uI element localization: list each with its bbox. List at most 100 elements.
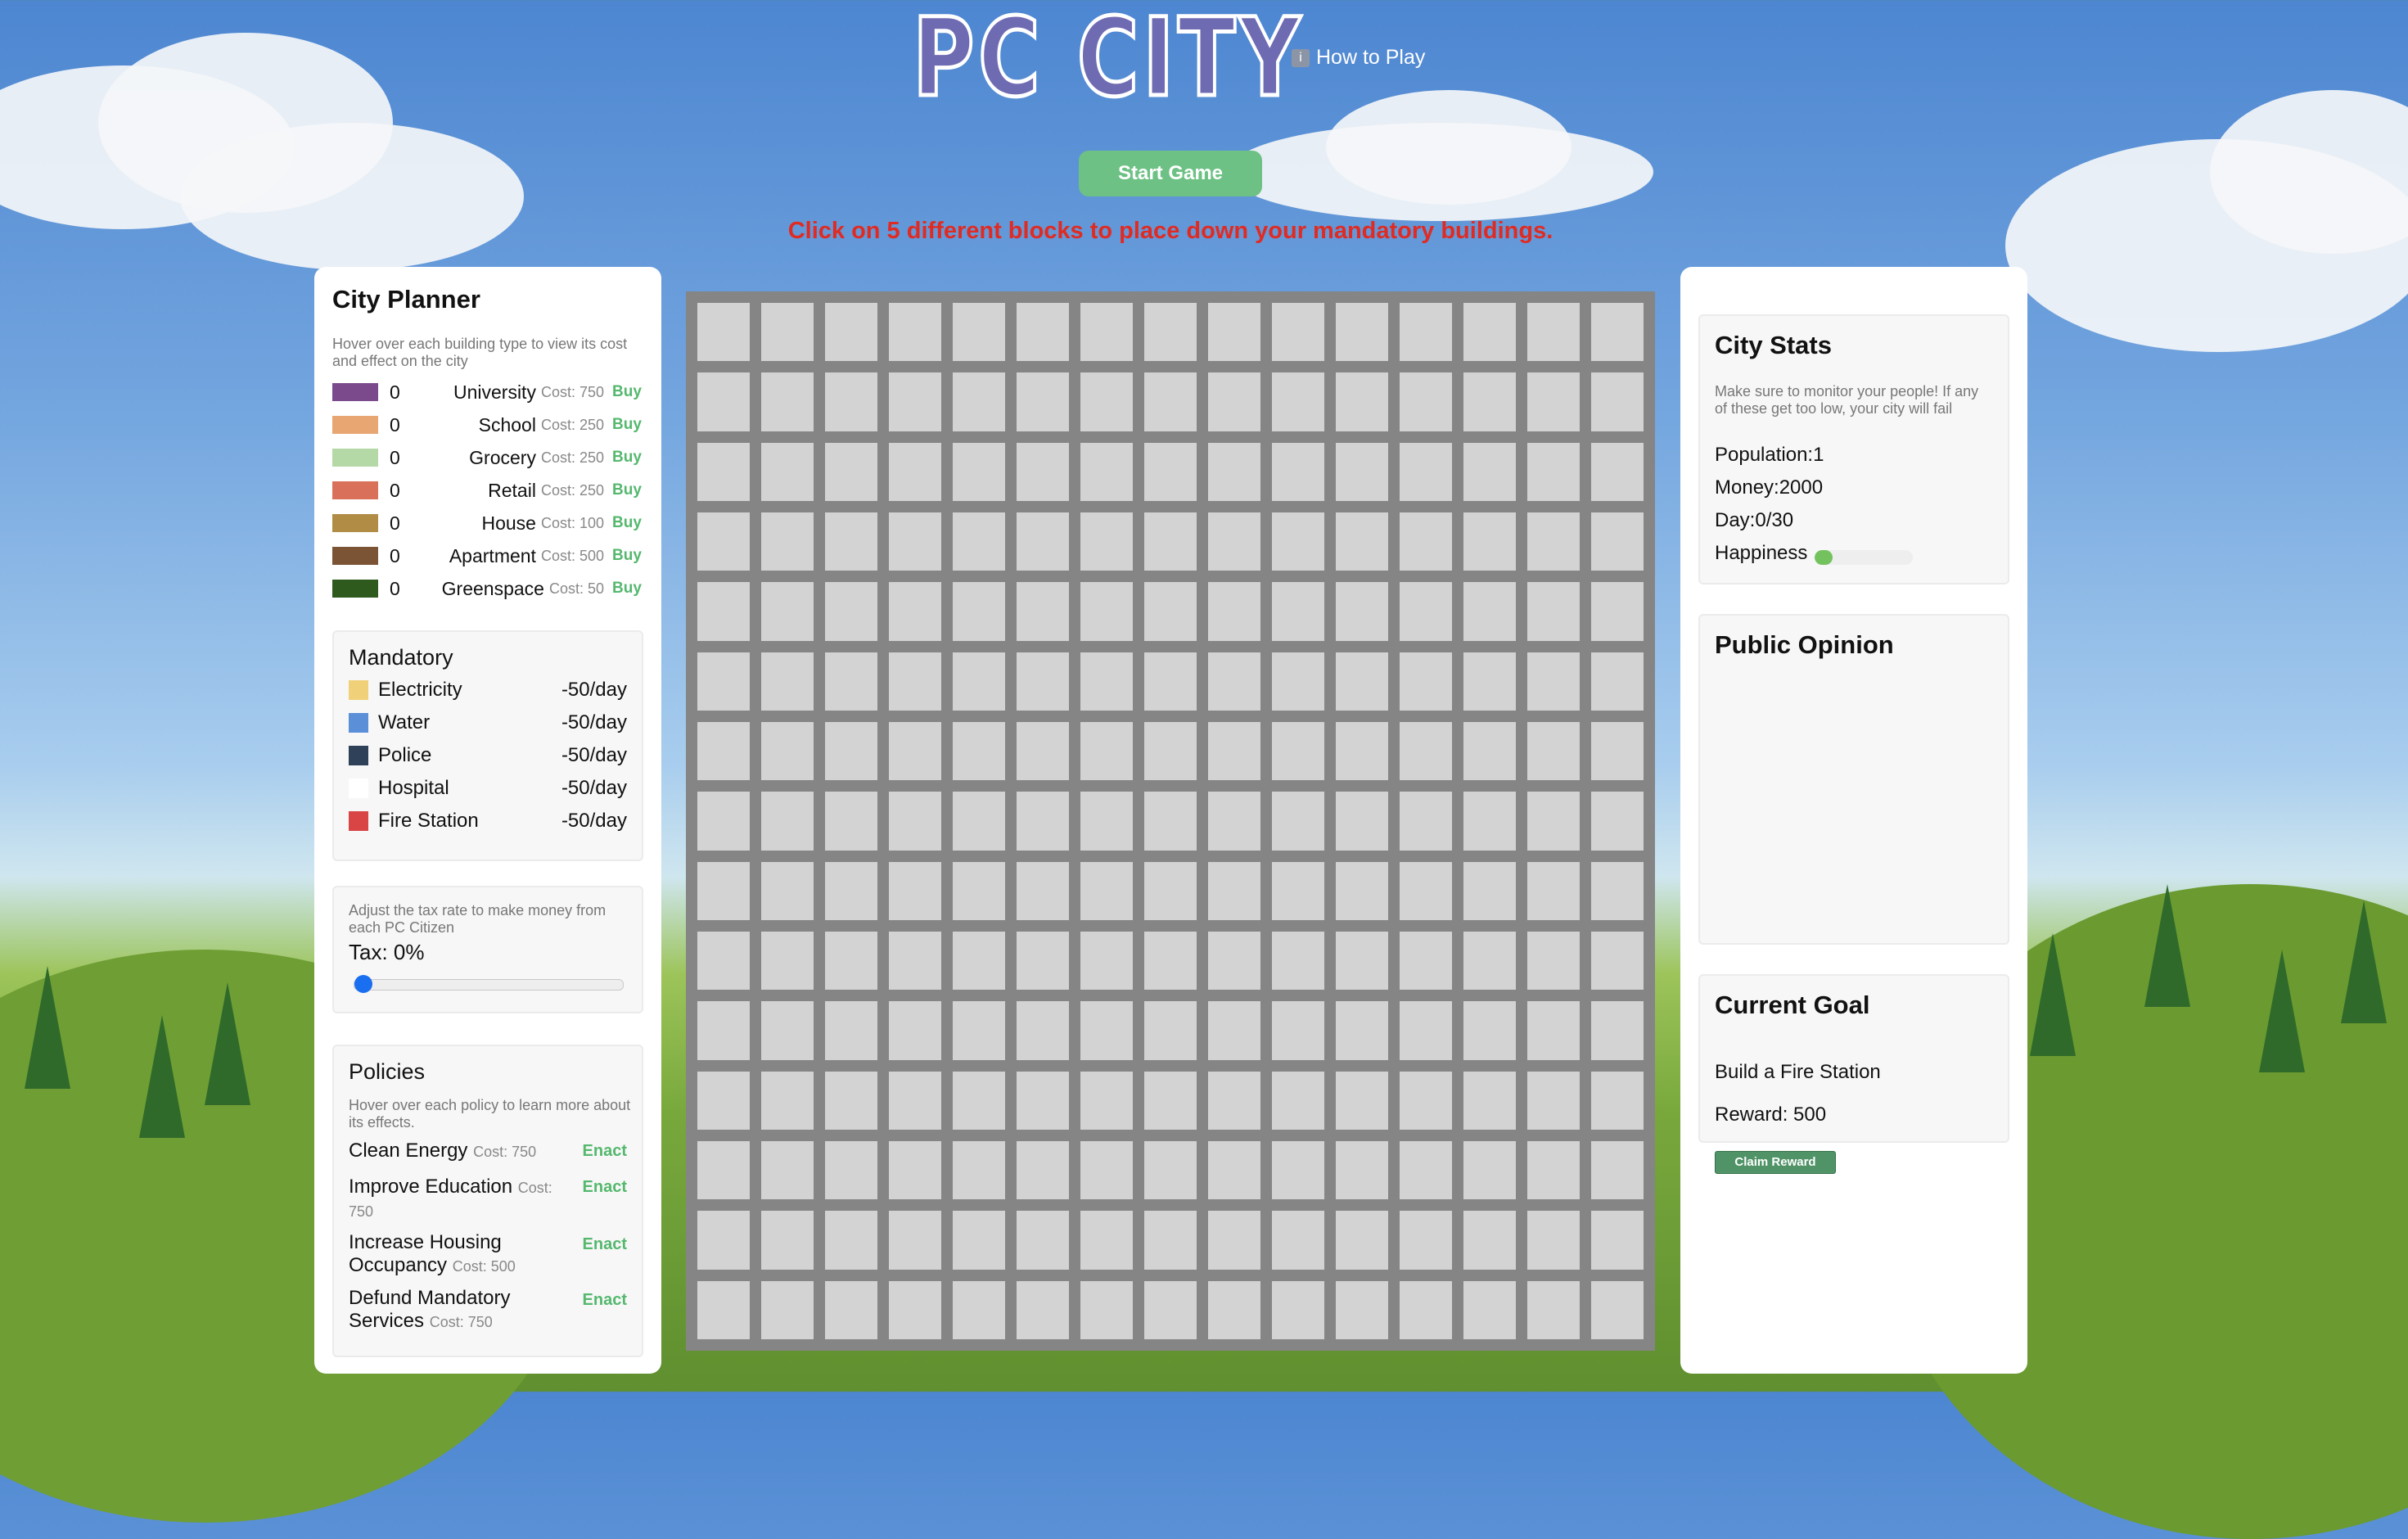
map-block[interactable] bbox=[1144, 861, 1197, 920]
map-block[interactable] bbox=[1527, 372, 1580, 431]
map-block[interactable] bbox=[1336, 722, 1388, 781]
map-block[interactable] bbox=[1272, 722, 1324, 781]
map-block[interactable] bbox=[1080, 792, 1133, 851]
map-block[interactable] bbox=[1336, 442, 1388, 501]
map-block[interactable] bbox=[761, 1001, 814, 1060]
map-block[interactable] bbox=[1080, 861, 1133, 920]
map-block[interactable] bbox=[1400, 1071, 1452, 1130]
map-block[interactable] bbox=[1017, 1071, 1069, 1130]
map-block[interactable] bbox=[1463, 442, 1516, 501]
map-block[interactable] bbox=[953, 303, 1005, 362]
map-block[interactable] bbox=[761, 512, 814, 571]
map-block[interactable] bbox=[1400, 652, 1452, 711]
enact-button[interactable]: Enact bbox=[583, 1233, 627, 1256]
map-block[interactable] bbox=[1400, 792, 1452, 851]
map-block[interactable] bbox=[1591, 652, 1644, 711]
buy-button[interactable]: Buy bbox=[612, 547, 643, 565]
building-row[interactable]: 0 Greenspace Cost: 50 Buy bbox=[332, 575, 643, 603]
map-block[interactable] bbox=[1208, 582, 1260, 641]
map-block[interactable] bbox=[697, 442, 750, 501]
map-block[interactable] bbox=[1336, 1141, 1388, 1200]
map-block[interactable] bbox=[1144, 792, 1197, 851]
enact-button[interactable]: Enact bbox=[583, 1289, 627, 1311]
building-row[interactable]: 0 Retail Cost: 250 Buy bbox=[332, 476, 643, 504]
building-row[interactable]: 0 School Cost: 250 Buy bbox=[332, 411, 643, 439]
map-block[interactable] bbox=[697, 1211, 750, 1270]
map-block[interactable] bbox=[1591, 722, 1644, 781]
map-block[interactable] bbox=[1400, 372, 1452, 431]
map-block[interactable] bbox=[953, 1141, 1005, 1200]
map-block[interactable] bbox=[889, 1141, 941, 1200]
map-block[interactable] bbox=[1527, 1141, 1580, 1200]
map-block[interactable] bbox=[1080, 1141, 1133, 1200]
map-block[interactable] bbox=[1336, 861, 1388, 920]
map-block[interactable] bbox=[1400, 582, 1452, 641]
map-block[interactable] bbox=[1080, 722, 1133, 781]
map-block[interactable] bbox=[889, 722, 941, 781]
map-block[interactable] bbox=[1591, 1071, 1644, 1130]
tax-slider-knob[interactable] bbox=[354, 975, 372, 993]
map-block[interactable] bbox=[1463, 582, 1516, 641]
map-block[interactable] bbox=[1527, 932, 1580, 991]
map-block[interactable] bbox=[1144, 1141, 1197, 1200]
map-block[interactable] bbox=[1208, 1280, 1260, 1339]
map-block[interactable] bbox=[1017, 792, 1069, 851]
map-block[interactable] bbox=[1144, 1071, 1197, 1130]
map-block[interactable] bbox=[1591, 1280, 1644, 1339]
map-block[interactable] bbox=[889, 1001, 941, 1060]
map-block[interactable] bbox=[1400, 1280, 1452, 1339]
map-block[interactable] bbox=[1463, 372, 1516, 431]
map-block[interactable] bbox=[1463, 303, 1516, 362]
map-block[interactable] bbox=[761, 1141, 814, 1200]
map-block[interactable] bbox=[1336, 932, 1388, 991]
map-block[interactable] bbox=[1272, 792, 1324, 851]
map-block[interactable] bbox=[1272, 1141, 1324, 1200]
map-block[interactable] bbox=[697, 512, 750, 571]
map-block[interactable] bbox=[761, 442, 814, 501]
map-block[interactable] bbox=[1272, 1211, 1324, 1270]
map-block[interactable] bbox=[1527, 652, 1580, 711]
enact-button[interactable]: Enact bbox=[583, 1176, 627, 1198]
map-block[interactable] bbox=[1080, 652, 1133, 711]
map-block[interactable] bbox=[1272, 861, 1324, 920]
map-block[interactable] bbox=[953, 1280, 1005, 1339]
map-block[interactable] bbox=[1208, 1211, 1260, 1270]
start-game-button[interactable]: Start Game bbox=[1079, 151, 1262, 196]
map-block[interactable] bbox=[825, 1280, 877, 1339]
map-block[interactable] bbox=[1336, 582, 1388, 641]
map-block[interactable] bbox=[1080, 303, 1133, 362]
map-block[interactable] bbox=[1591, 303, 1644, 362]
map-block[interactable] bbox=[697, 861, 750, 920]
map-block[interactable] bbox=[761, 792, 814, 851]
buy-button[interactable]: Buy bbox=[612, 416, 643, 434]
map-block[interactable] bbox=[697, 1141, 750, 1200]
map-block[interactable] bbox=[1272, 1071, 1324, 1130]
map-block[interactable] bbox=[761, 582, 814, 641]
map-block[interactable] bbox=[1591, 1211, 1644, 1270]
map-block[interactable] bbox=[889, 932, 941, 991]
building-row[interactable]: 0 University Cost: 750 Buy bbox=[332, 378, 643, 406]
map-block[interactable] bbox=[953, 372, 1005, 431]
map-block[interactable] bbox=[1144, 372, 1197, 431]
map-block[interactable] bbox=[953, 722, 1005, 781]
mandatory-item[interactable]: Fire Station -50/day bbox=[349, 809, 627, 833]
map-block[interactable] bbox=[1591, 512, 1644, 571]
map-block[interactable] bbox=[761, 652, 814, 711]
map-block[interactable] bbox=[1463, 861, 1516, 920]
buy-button[interactable]: Buy bbox=[612, 481, 643, 499]
map-block[interactable] bbox=[1017, 512, 1069, 571]
map-block[interactable] bbox=[1080, 1211, 1133, 1270]
map-block[interactable] bbox=[1017, 1211, 1069, 1270]
map-block[interactable] bbox=[1527, 861, 1580, 920]
map-block[interactable] bbox=[953, 652, 1005, 711]
map-block[interactable] bbox=[1463, 1211, 1516, 1270]
map-block[interactable] bbox=[825, 512, 877, 571]
map-block[interactable] bbox=[889, 372, 941, 431]
map-block[interactable] bbox=[889, 1211, 941, 1270]
map-block[interactable] bbox=[825, 722, 877, 781]
map-block[interactable] bbox=[1272, 1001, 1324, 1060]
map-block[interactable] bbox=[1080, 582, 1133, 641]
map-block[interactable] bbox=[1591, 861, 1644, 920]
map-block[interactable] bbox=[1017, 582, 1069, 641]
map-block[interactable] bbox=[1017, 861, 1069, 920]
